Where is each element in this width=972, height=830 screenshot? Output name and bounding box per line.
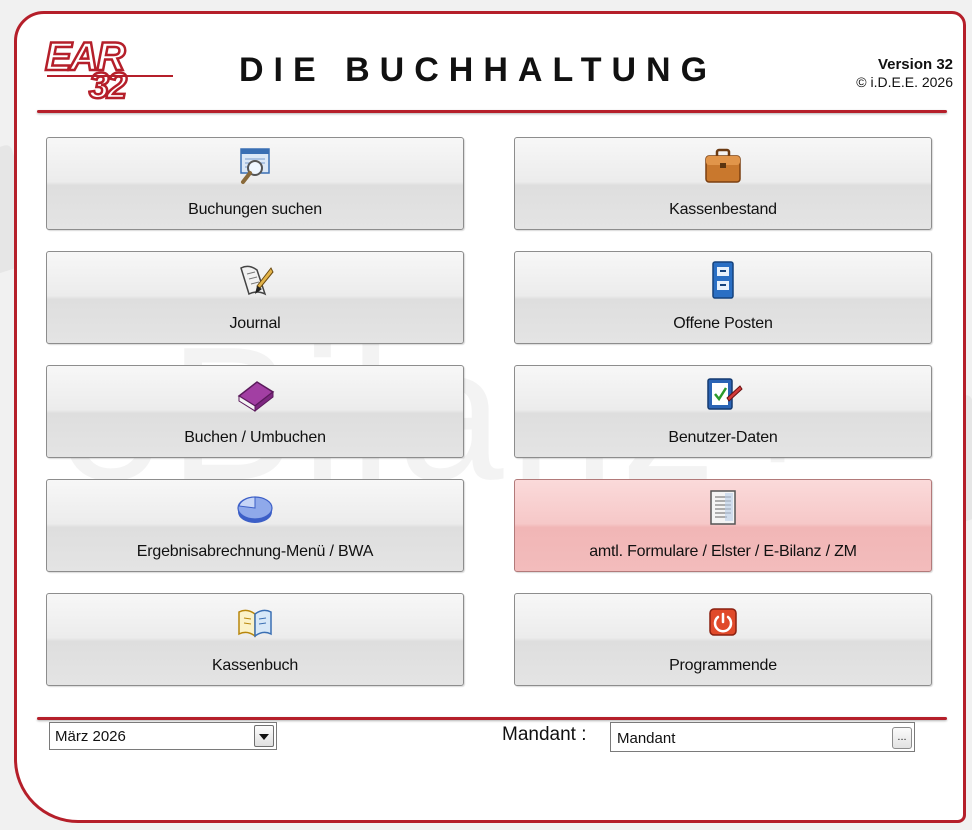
button-label: Benutzer-Daten: [668, 429, 778, 446]
benutzer-daten-button[interactable]: Benutzer-Daten: [514, 365, 932, 458]
programmende-button[interactable]: Programmende: [514, 593, 932, 686]
month-select[interactable]: März 2026: [49, 722, 277, 750]
clipboard-pen-icon: [707, 378, 743, 410]
browse-button[interactable]: ...: [892, 727, 912, 749]
button-label: Programmende: [669, 657, 777, 674]
buchungen-suchen-button[interactable]: Buchungen suchen: [46, 137, 464, 230]
main-panel: eBilanz+ EAR 32 DIE BUCHHALTUNG Version …: [14, 11, 966, 823]
kassenbestand-button[interactable]: Kassenbestand: [514, 137, 932, 230]
header-divider: [37, 110, 947, 113]
copyright-label: © i.D.E.E. 2026: [856, 74, 953, 90]
mandant-field-value: Mandant: [617, 730, 676, 747]
button-label: amtl. Formulare / Elster / E-Bilanz / ZM: [589, 543, 857, 560]
button-label: Buchungen suchen: [188, 201, 322, 218]
amtl-formulare-button[interactable]: amtl. Formulare / Elster / E-Bilanz / ZM: [514, 479, 932, 572]
chevron-down-icon[interactable]: [254, 725, 274, 747]
button-label: Kassenbestand: [669, 201, 777, 218]
scroll-quill-icon: [240, 265, 274, 296]
mandant-field[interactable]: Mandant ...: [610, 722, 915, 752]
ergebnisabrechnung-bwa-button[interactable]: Ergebnisabrechnung-Menü / BWA: [46, 479, 464, 572]
kassenbuch-button[interactable]: Kassenbuch: [46, 593, 464, 686]
ear32-logo: EAR 32: [44, 34, 173, 100]
button-label: Buchen / Umbuchen: [184, 429, 326, 446]
mandant-label: Mandant :: [502, 724, 587, 745]
button-label: Ergebnisabrechnung-Menü / BWA: [136, 543, 374, 560]
page-title: DIE BUCHHALTUNG: [239, 51, 718, 89]
button-label: Journal: [229, 315, 281, 332]
briefcase-icon: [705, 148, 741, 183]
document-icon: [710, 490, 736, 525]
footer-divider: [37, 717, 947, 720]
svg-text:32: 32: [89, 65, 127, 100]
month-select-value: März 2026: [55, 728, 126, 745]
version-label: Version 32: [877, 56, 953, 73]
file-cabinet-icon: [712, 261, 734, 299]
button-label: Offene Posten: [673, 315, 773, 332]
pie-chart-icon: [237, 496, 273, 523]
search-document-icon: [240, 148, 270, 184]
power-icon: [709, 608, 737, 636]
buchen-umbuchen-button[interactable]: Buchen / Umbuchen: [46, 365, 464, 458]
open-book-icon: [238, 609, 272, 638]
journal-button[interactable]: Journal: [46, 251, 464, 344]
book-icon: [237, 381, 275, 413]
offene-posten-button[interactable]: Offene Posten: [514, 251, 932, 344]
header: EAR 32 DIE BUCHHALTUNG Version 32 © i.D.…: [17, 14, 963, 114]
button-label: Kassenbuch: [211, 657, 299, 674]
